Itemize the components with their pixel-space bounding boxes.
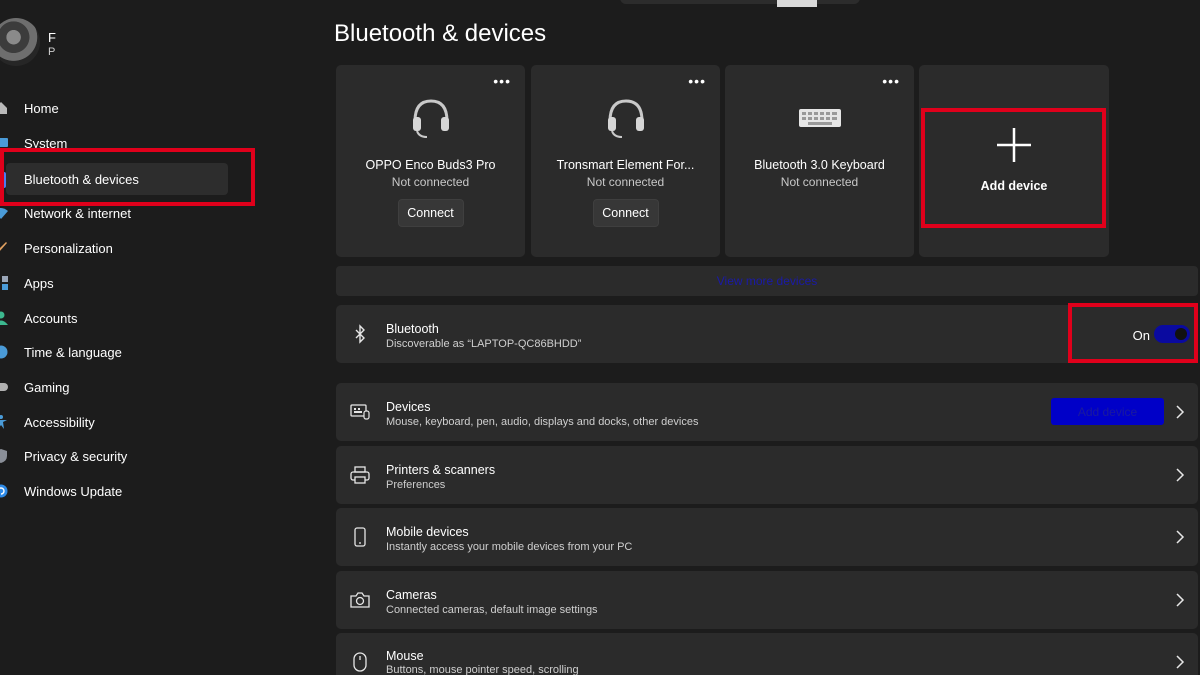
view-more-devices-link[interactable]: View more devices bbox=[336, 266, 1198, 296]
sidebar-item-time-language[interactable]: Time & language bbox=[0, 336, 230, 368]
device-name: Bluetooth 3.0 Keyboard bbox=[754, 158, 885, 172]
sidebar-item-accessibility[interactable]: Accessibility bbox=[0, 406, 230, 438]
device-name: OPPO Enco Buds3 Pro bbox=[365, 158, 496, 172]
highlight-box-add-device bbox=[921, 108, 1106, 228]
settings-row-printers[interactable]: Printers & scanners Preferences bbox=[336, 446, 1198, 504]
bluetooth-subtitle: Discoverable as “LAPTOP-QC86BHDD” bbox=[386, 338, 582, 350]
camera-icon bbox=[350, 592, 370, 608]
accessibility-icon bbox=[0, 415, 7, 429]
row-title: Mobile devices bbox=[386, 525, 469, 539]
sidebar-item-label: Apps bbox=[24, 275, 54, 291]
shield-icon bbox=[0, 449, 7, 463]
top-search-bar[interactable] bbox=[620, 0, 860, 4]
sidebar-item-label: Privacy & security bbox=[24, 448, 128, 464]
headset-icon bbox=[412, 99, 449, 138]
wifi-icon bbox=[0, 208, 8, 219]
sidebar: F P Home System Bluetooth & devices Netw… bbox=[0, 0, 320, 675]
settings-row-cameras[interactable]: Cameras Connected cameras, default image… bbox=[336, 571, 1198, 629]
highlight-box-bluetooth-toggle bbox=[1068, 303, 1198, 363]
chevron-right-icon bbox=[1176, 530, 1185, 544]
settings-row-devices[interactable]: Devices Mouse, keyboard, pen, audio, dis… bbox=[336, 383, 1198, 441]
sidebar-item-home[interactable]: Home bbox=[0, 92, 230, 124]
headset-icon bbox=[607, 99, 644, 138]
bluetooth-icon bbox=[355, 324, 365, 344]
chevron-right-icon bbox=[1176, 593, 1185, 607]
device-status: Not connected bbox=[586, 175, 665, 189]
devices-icon bbox=[350, 404, 370, 420]
sidebar-item-privacy-security[interactable]: Privacy & security bbox=[0, 440, 230, 472]
page-title: Bluetooth & devices bbox=[334, 20, 547, 47]
printer-icon bbox=[350, 466, 370, 484]
more-options-icon[interactable]: ••• bbox=[688, 73, 706, 89]
chevron-right-icon bbox=[1176, 405, 1185, 419]
chevron-right-icon bbox=[1176, 468, 1185, 482]
sidebar-item-apps[interactable]: Apps bbox=[0, 267, 230, 299]
sidebar-item-label: Windows Update bbox=[24, 483, 123, 499]
row-title: Printers & scanners bbox=[386, 463, 496, 477]
device-status: Not connected bbox=[391, 175, 470, 189]
avatar[interactable] bbox=[0, 18, 40, 66]
user-name: F bbox=[48, 30, 56, 45]
sidebar-item-windows-update[interactable]: Windows Update bbox=[0, 475, 230, 507]
mouse-icon bbox=[353, 652, 367, 672]
row-title: Devices bbox=[386, 400, 431, 414]
sidebar-item-label: Network & internet bbox=[24, 205, 131, 221]
apps-icon bbox=[2, 276, 8, 290]
globe-icon bbox=[0, 345, 8, 359]
bluetooth-title: Bluetooth bbox=[386, 322, 439, 336]
device-card-oppo[interactable]: ••• OPPO Enco Buds3 Pro Not connected Co… bbox=[336, 65, 525, 257]
sidebar-item-gaming[interactable]: Gaming bbox=[0, 371, 230, 403]
sidebar-item-label: Gaming bbox=[24, 379, 70, 395]
sidebar-item-label: Accessibility bbox=[24, 414, 95, 430]
device-name: Tronsmart Element For... bbox=[556, 158, 695, 172]
sidebar-item-label: Personalization bbox=[24, 240, 113, 256]
phone-icon bbox=[354, 527, 366, 547]
sidebar-item-label: Time & language bbox=[24, 344, 122, 360]
gamepad-icon bbox=[0, 383, 8, 391]
row-subtitle: Preferences bbox=[386, 479, 446, 491]
sidebar-item-personalization[interactable]: Personalization bbox=[0, 232, 230, 264]
row-title: Cameras bbox=[386, 588, 437, 602]
user-email: P bbox=[48, 46, 56, 58]
row-subtitle: Mouse, keyboard, pen, audio, displays an… bbox=[386, 416, 699, 428]
update-icon bbox=[0, 484, 8, 498]
device-card-tronsmart[interactable]: ••• Tronsmart Element For... Not connect… bbox=[531, 65, 720, 257]
row-subtitle: Buttons, mouse pointer speed, scrolling bbox=[386, 664, 579, 675]
row-subtitle: Connected cameras, default image setting… bbox=[386, 604, 598, 616]
row-subtitle: Instantly access your mobile devices fro… bbox=[386, 541, 633, 553]
connect-button[interactable]: Connect bbox=[592, 199, 659, 227]
settings-row-mouse[interactable]: Mouse Buttons, mouse pointer speed, scro… bbox=[336, 633, 1198, 675]
chevron-right-icon bbox=[1176, 655, 1185, 669]
settings-row-mobile[interactable]: Mobile devices Instantly access your mob… bbox=[336, 508, 1198, 566]
more-options-icon[interactable]: ••• bbox=[493, 73, 511, 89]
more-options-icon[interactable]: ••• bbox=[882, 73, 900, 89]
home-icon bbox=[0, 102, 7, 114]
row-title: Mouse bbox=[386, 649, 424, 663]
highlight-box-bluetooth-nav bbox=[0, 148, 255, 206]
top-thumbnail bbox=[777, 0, 817, 7]
sidebar-item-label: Accounts bbox=[24, 310, 78, 326]
connect-button[interactable]: Connect bbox=[397, 199, 464, 227]
device-status: Not connected bbox=[780, 175, 859, 189]
add-device-button[interactable]: Add device bbox=[1051, 398, 1164, 425]
keyboard-icon bbox=[798, 109, 841, 127]
sidebar-item-accounts[interactable]: Accounts bbox=[0, 302, 230, 334]
device-card-keyboard[interactable]: ••• Bluetooth 3.0 Keyboard Not connected bbox=[725, 65, 914, 257]
brush-icon bbox=[0, 242, 7, 251]
sidebar-item-label: Home bbox=[24, 100, 59, 116]
person-icon bbox=[0, 311, 8, 325]
